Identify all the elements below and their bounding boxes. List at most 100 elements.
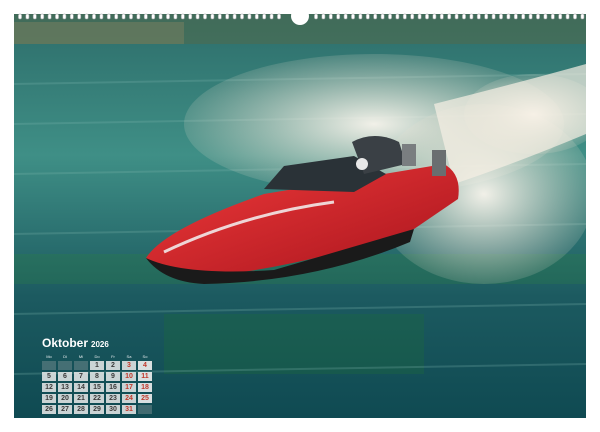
ring-hole xyxy=(195,13,200,20)
calendar-day: 31 xyxy=(122,405,136,414)
calendar-day: 1 xyxy=(90,361,104,370)
weekday-header: Mo Di Mi Do Fr Sa So xyxy=(42,354,154,359)
calendar-grid: 1 2 3 4 5 6 7 8 9 10 11 12 13 14 15 16 17 18 19 20 21 22 23 24 2… xyxy=(42,361,154,414)
ring-hole xyxy=(402,13,407,20)
calendar-empty-cell xyxy=(138,405,152,414)
ring-hole xyxy=(395,13,400,20)
calendar-day: 12 xyxy=(42,383,56,392)
ring-hole xyxy=(336,13,341,20)
calendar-day: 6 xyxy=(58,372,72,381)
ring-hole xyxy=(158,13,163,20)
weekday-label: So xyxy=(142,354,148,359)
calendar-empty-cell xyxy=(58,361,72,370)
ring-hole xyxy=(92,13,96,20)
ring-hole xyxy=(536,13,540,20)
calendar-empty-cell xyxy=(42,361,56,370)
ring-hole xyxy=(173,13,178,20)
ring-hole xyxy=(432,13,437,20)
ring-hole xyxy=(277,13,281,20)
calendar-day: 21 xyxy=(74,394,88,403)
ring-hole xyxy=(32,13,37,20)
ring-hole xyxy=(447,13,452,20)
ring-hole xyxy=(528,13,533,20)
calendar-block: Oktober 2026 Mo Di Mi Do Fr Sa So 1 2 3 4 5 6 7 8 9 10 11… xyxy=(42,336,154,414)
ring-hole xyxy=(62,13,67,20)
ring-hole xyxy=(491,13,496,20)
ring-hole xyxy=(210,13,215,20)
ring-hole xyxy=(232,13,237,20)
ring-hole xyxy=(410,13,415,20)
ring-hole xyxy=(328,13,333,20)
ring-hole xyxy=(188,13,193,20)
ring-hole xyxy=(314,13,318,20)
ring-hole xyxy=(114,13,119,20)
ring-hole xyxy=(203,13,207,20)
ring-hole xyxy=(543,13,548,20)
ring-hole xyxy=(254,13,259,20)
ring-hole xyxy=(469,13,474,20)
ring-hole xyxy=(580,13,585,20)
calendar-day: 28 xyxy=(74,405,88,414)
ring-hole xyxy=(151,13,156,20)
calendar-day: 19 xyxy=(42,394,56,403)
ring-hole xyxy=(373,13,378,20)
ring-hole xyxy=(129,13,133,20)
ring-hole xyxy=(484,13,489,20)
calendar-day: 18 xyxy=(138,383,152,392)
ring-hole xyxy=(506,13,511,20)
ring-hole xyxy=(180,13,185,20)
ring-hole xyxy=(166,13,170,20)
calendar-day: 3 xyxy=(122,361,136,370)
calendar-day: 22 xyxy=(90,394,104,403)
calendar-day: 9 xyxy=(106,372,120,381)
ring-hole xyxy=(269,13,274,20)
weekday-label: Do xyxy=(94,354,100,359)
calendar-day: 20 xyxy=(58,394,72,403)
ring-hole xyxy=(47,13,52,20)
calendar-day: 25 xyxy=(138,394,152,403)
ring-hole xyxy=(136,13,141,20)
ring-hole xyxy=(106,13,111,20)
ring-hole xyxy=(240,13,244,20)
ring-hole xyxy=(365,13,370,20)
ring-hole xyxy=(550,13,555,20)
ring-hole xyxy=(99,13,104,20)
calendar-day: 17 xyxy=(122,383,136,392)
calendar-day: 5 xyxy=(42,372,56,381)
calendar-day: 4 xyxy=(138,361,152,370)
calendar-day: 14 xyxy=(74,383,88,392)
ring-hole xyxy=(351,13,355,20)
ring-hole xyxy=(84,13,89,20)
calendar-day: 16 xyxy=(106,383,120,392)
calendar-day: 7 xyxy=(74,372,88,381)
ring-hole xyxy=(388,13,392,20)
ring-hole xyxy=(380,13,385,20)
calendar-day: 10 xyxy=(122,372,136,381)
ring-hole xyxy=(343,13,348,20)
weekday-label: Fr xyxy=(111,354,115,359)
ring-binding-icon xyxy=(18,11,585,25)
ring-hole xyxy=(454,13,459,20)
ring-hole xyxy=(513,13,518,20)
ring-hole xyxy=(439,13,444,20)
calendar-title: Oktober 2026 xyxy=(42,336,154,352)
ring-hole xyxy=(40,13,45,20)
ring-hole xyxy=(55,13,59,20)
weekday-label: Di xyxy=(63,354,67,359)
ring-hole xyxy=(18,13,22,20)
ring-hole xyxy=(499,13,503,20)
ring-hole xyxy=(69,13,74,20)
calendar-page: Oktober 2026 Mo Di Mi Do Fr Sa So 1 2 3 4 5 6 7 8 9 10 11… xyxy=(14,14,586,418)
calendar-month: Oktober xyxy=(42,336,89,350)
calendar-day: 15 xyxy=(90,383,104,392)
ring-hole xyxy=(565,13,570,20)
ring-hole xyxy=(77,13,82,20)
calendar-day: 29 xyxy=(90,405,104,414)
calendar-day: 27 xyxy=(58,405,72,414)
ring-hole xyxy=(321,13,326,20)
hanger-notch-icon xyxy=(291,11,309,25)
ring-hole xyxy=(521,13,526,20)
ring-hole xyxy=(262,13,267,20)
calendar-day: 23 xyxy=(106,394,120,403)
ring-hole xyxy=(425,13,429,20)
